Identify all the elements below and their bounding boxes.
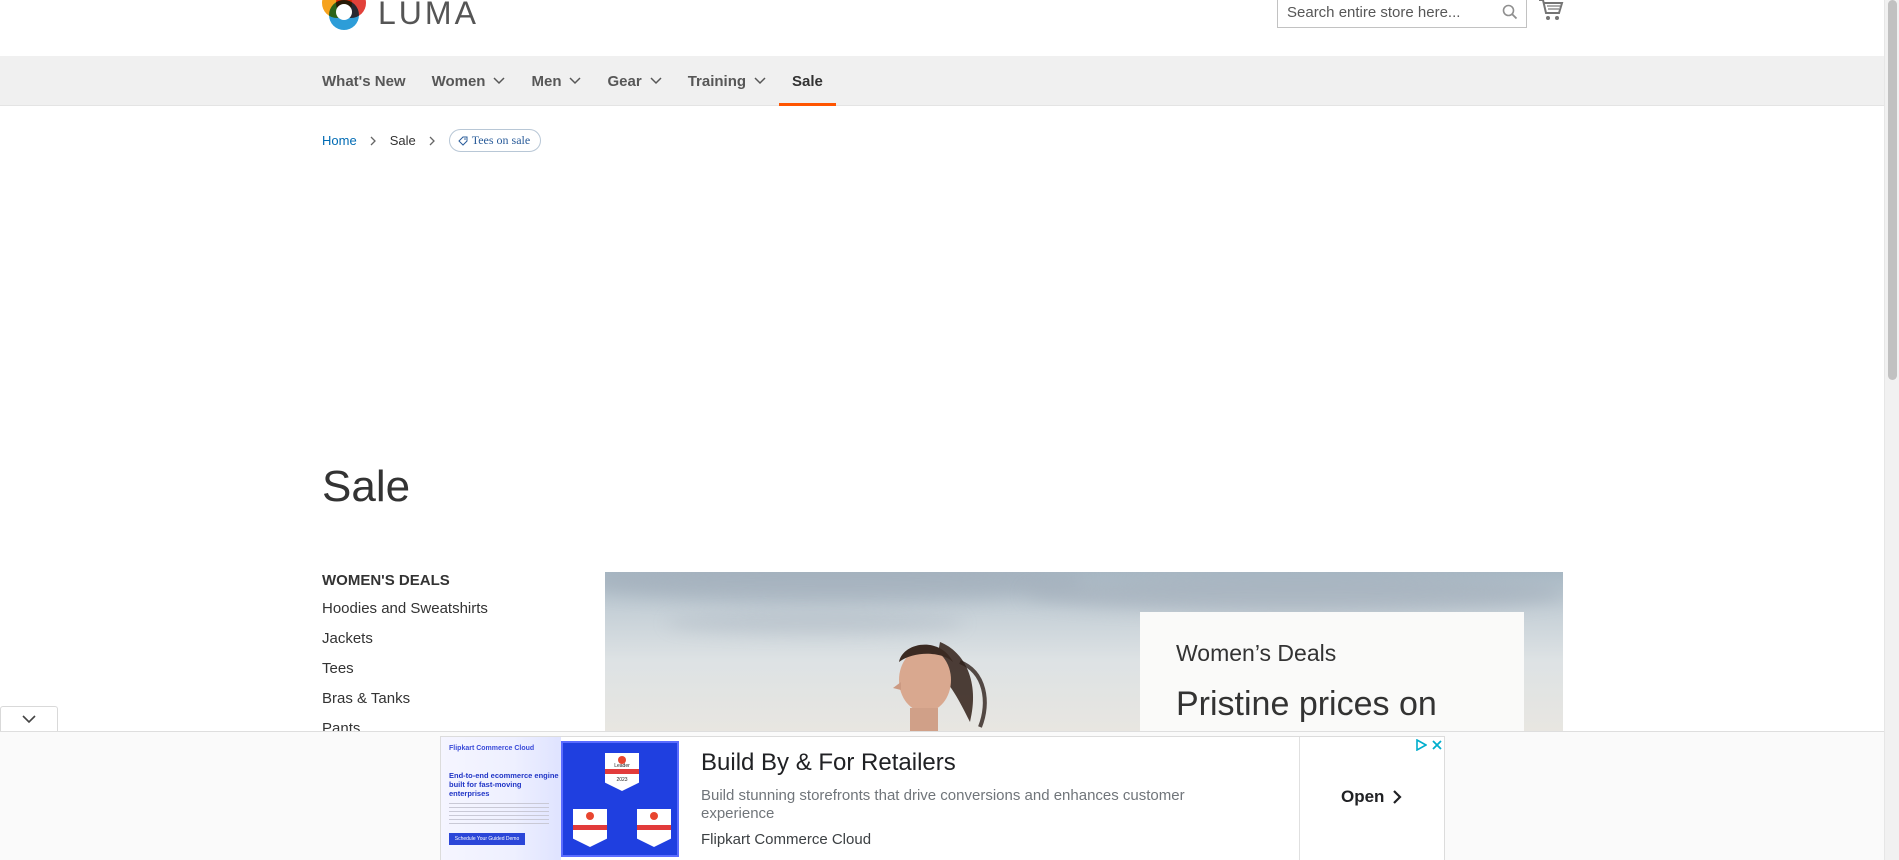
ad-thumbnail-brochure: Flipkart Commerce Cloud End-to-end ecomm…: [441, 737, 561, 860]
breadcrumb-tag-chip[interactable]: Tees on sale: [448, 129, 542, 152]
nav-item-men[interactable]: Men: [518, 56, 594, 106]
promo-card: Women’s Deals Pristine prices on: [1140, 612, 1524, 732]
woman-runner-image: [893, 642, 987, 732]
page: LUMA What's NewWomenMenGearTrainingSale …: [0, 0, 1899, 860]
hero-banner[interactable]: Women’s Deals Pristine prices on: [605, 572, 1563, 732]
logo-text: LUMA: [378, 0, 479, 31]
badge-icon: [573, 809, 607, 847]
thumb-brand: Flipkart Commerce Cloud: [449, 745, 535, 752]
chevron-down-icon: [493, 77, 506, 85]
cart-icon[interactable]: [1538, 0, 1564, 22]
chevron-down-icon: [754, 77, 766, 85]
ad-open-button[interactable]: Open: [1341, 787, 1403, 807]
badge-icon: Leader 2023: [605, 753, 639, 791]
sidebar-women-deals: WOMEN'S DEALS Hoodies and Sweatshirts Jac…: [322, 572, 572, 749]
scrollbar-thumb[interactable]: [1888, 0, 1897, 380]
chevron-right-icon: [1393, 790, 1403, 804]
chevron-down-icon: [650, 77, 662, 85]
search-box: [1277, 0, 1527, 28]
main-navigation: What's New Women Men Gear Training Sale: [0, 56, 1884, 106]
search-icon[interactable]: [1502, 4, 1518, 20]
anchor-ad-bar: Flipkart Commerce Cloud End-to-end ecomm…: [0, 731, 1884, 860]
nav-item-what-s-new[interactable]: What's New: [322, 56, 419, 106]
luma-logo[interactable]: LUMA: [322, 0, 479, 32]
nav-item-label: Gear: [607, 72, 642, 90]
nav-item-label: Women: [431, 72, 486, 90]
ad-thumbnail-badges: Leader 2023: [561, 741, 679, 857]
ad-text: Build By & For Retailers Build stunning …: [701, 749, 1221, 848]
chevron-down-icon: [22, 715, 36, 724]
ad-unit[interactable]: Flipkart Commerce Cloud End-to-end ecomm…: [440, 736, 1445, 860]
ad-advertiser: Flipkart Commerce Cloud: [701, 831, 872, 848]
tag-icon: [458, 136, 468, 146]
page-scrollbar[interactable]: [1884, 0, 1899, 860]
sidebar-link[interactable]: Hoodies and Sweatshirts: [322, 599, 572, 629]
breadcrumb: Home Sale Tees on sale: [322, 129, 542, 152]
sidebar-link[interactable]: Bras & Tanks: [322, 689, 572, 719]
chevron-right-icon: [370, 136, 376, 145]
chevron-right-icon: [429, 136, 435, 145]
ad-description: Build stunning storefronts that drive co…: [701, 787, 1185, 822]
breadcrumb-current: Sale: [389, 133, 416, 148]
site-header: LUMA: [0, 0, 1884, 56]
close-icon[interactable]: [1431, 739, 1443, 751]
nav-item-label: Men: [531, 72, 562, 90]
nav-item-women[interactable]: Women: [419, 56, 519, 106]
luma-logo-icon: [322, 0, 366, 32]
nav-item-label: Training: [687, 72, 747, 90]
nav-item-label: What's New: [322, 72, 406, 90]
nav-item-gear[interactable]: Gear: [594, 56, 674, 106]
page-title: Sale: [322, 462, 411, 511]
promo-subtitle: Women’s Deals: [1176, 640, 1337, 666]
adchoices-icon[interactable]: [1415, 739, 1427, 751]
sidebar-heading: WOMEN'S DEALS: [322, 572, 450, 589]
search-input[interactable]: [1278, 0, 1488, 27]
breadcrumb-home-link[interactable]: Home: [322, 133, 357, 148]
sidebar-link[interactable]: Tees: [322, 659, 572, 689]
thumb-headline: End-to-end ecommerce engine built for fa…: [449, 771, 559, 798]
sidebar-link[interactable]: Jackets: [322, 629, 572, 659]
nav-item-sale[interactable]: Sale: [779, 56, 836, 106]
badge-icon: [637, 809, 671, 847]
nav-item-label: Sale: [792, 72, 823, 90]
tag-label: Tees on sale: [471, 133, 531, 147]
ad-title[interactable]: Build By & For Retailers: [701, 749, 1221, 777]
ad-collapse-button[interactable]: [0, 706, 58, 732]
chevron-down-icon: [569, 77, 582, 85]
thumb-button: Schedule Your Guided Demo: [449, 833, 525, 845]
nav-item-training[interactable]: Training: [675, 56, 779, 106]
ad-open-label: Open: [1341, 787, 1385, 806]
ad-choices: [1415, 739, 1443, 751]
promo-title: Pristine prices on: [1176, 685, 1437, 723]
